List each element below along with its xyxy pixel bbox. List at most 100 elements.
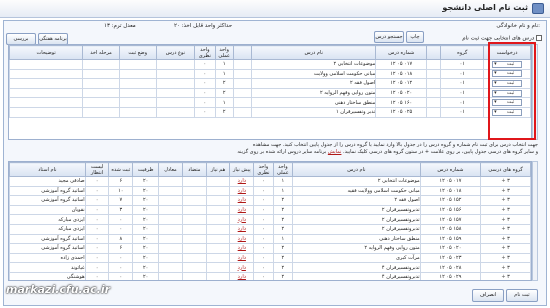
cell-pre: دارد	[229, 262, 255, 273]
cell-g: + ۳	[480, 262, 531, 273]
table-row[interactable]: ایزدی مبارکه ۰ ۰ ۲۰ دارد ۰ ۲ تدبروتفسیرقران ۲ ۱۲…	[9, 214, 531, 225]
table-row[interactable]: ایزدی مبارکه ۰ ۰ ۲۰ دارد ۰ ۲ تدبروتفسیرقران ۲ ۱۲…	[9, 223, 531, 235]
cell-pre: دارد	[229, 243, 255, 254]
col-name: نام درس	[292, 162, 421, 177]
cell-eq	[158, 195, 183, 206]
table-row[interactable]: هوشنگی ۰ ۰ ۲۰ دارد ۰ ۲ تدبروتفسیرقران ۴ ۱۲ ۰۵ ۰۲…	[9, 271, 531, 280]
window-icon	[532, 3, 544, 14]
cell-cap: ۲۰	[132, 243, 160, 254]
cell-reg: ۰	[108, 262, 134, 273]
col-conflict: متضاد	[181, 162, 207, 177]
table-row[interactable]: اساتید گروه آموزشی ۰ ۷ ۲۰ دارد ۰ ۲ اصول فقه ۲ ۱۲…	[9, 195, 531, 206]
table-row[interactable]: نقویان ۰ ۳ ۲۰ دارد ۰ ۲ تدبروتفسیرقران ۲ ۱۲ ۰۵ ۱۵…	[9, 204, 531, 216]
table-row[interactable]: ۰ ۲ تدبر وتفسیرقران ۱ ۱۲ ۰۵ ۰۲۵ ۰۱ ثبت	[9, 106, 531, 118]
cell-eq	[158, 204, 183, 216]
cell-u2: ۰	[253, 185, 274, 197]
prereq-link[interactable]: دارد	[238, 188, 246, 194]
cell-u: ۲	[272, 262, 294, 273]
table-row[interactable]: ۰ ۱ مبانی حکومت اسلامی وولایت ۱۲ ۰۵ ۰۱۸ ۰۱ ثب…	[9, 68, 531, 80]
cell-teacher: نقویان	[9, 204, 86, 216]
table-row[interactable]: احمدی زاده ۰ ۰ ۲۰ دارد ۰ ۲ مرآت کبری ۱۲ ۰۵ ۰۲۳ + …	[9, 252, 531, 264]
cell-eq	[158, 223, 183, 235]
cell-code: ۱۲ ۰۵ ۰۱۷	[419, 176, 482, 187]
search-course-button[interactable]: جستجو درس	[374, 31, 404, 43]
cell-code: ۱۲ ۰۵ ۱۵۲	[419, 195, 482, 206]
cell-cf	[181, 214, 207, 225]
checkbox[interactable]	[536, 35, 542, 41]
cell-eq	[158, 214, 183, 225]
col-code: شماره درس	[375, 45, 428, 60]
col-blank	[232, 45, 253, 60]
prereq-link[interactable]: دارد	[238, 226, 246, 232]
cell-name: مرآت کبری	[292, 252, 421, 264]
cell-code: ۱۲ ۰۵ ۱۵۸	[419, 223, 482, 235]
table-row[interactable]: اساتید گروه آموزشی ۰ ۸ ۲۰ دارد ۰ ۱ منطق ساختار …	[9, 233, 531, 245]
cell-co	[205, 252, 231, 264]
cell-cap: ۲۰	[132, 223, 160, 235]
print-button[interactable]: چاپ	[406, 31, 424, 43]
prereq-link[interactable]: دارد	[238, 197, 246, 203]
cell-u2: ۰	[253, 271, 274, 280]
cell-reg: ۶	[108, 243, 134, 254]
prereq-link[interactable]: دارد	[238, 255, 246, 261]
table-row[interactable]: ۰ ۲ متون روایی وفهم الروایه ۲ ۱۲ ۰۵ ۰۲۰ ۰۱ ثب…	[9, 87, 531, 99]
cell-cap: ۲۰	[132, 176, 160, 187]
prereq-link[interactable]: دارد	[238, 236, 246, 242]
col-capacity: ظرفیت	[132, 162, 160, 177]
cell-teacher: اساتید گروه آموزشی	[9, 195, 86, 206]
bottom-scrollbar[interactable]	[532, 161, 538, 281]
table-row[interactable]: ۰ ۱ منطق ساختار ذهنی ۱۲ ۰۵ ۱۶۰ ۰۱ ثبت	[9, 97, 531, 108]
col-unit-p: واحد عملی	[272, 162, 294, 177]
cell-eq	[158, 262, 183, 273]
cell-u: ۲	[272, 252, 294, 264]
cell-name: تدبروتفسیرقران ۲	[292, 204, 421, 216]
cell-u2: ۰	[253, 243, 274, 254]
cell-name: موضوعات انتخابی ۲	[292, 176, 421, 187]
cell-wait: ۰	[84, 185, 110, 197]
cell-cf	[181, 223, 207, 235]
cell-cf	[181, 243, 207, 254]
cell-eq	[158, 271, 183, 280]
cell-pre: دارد	[229, 252, 255, 264]
cell-code: ۱۲ ۰۵ ۱۵۶	[419, 204, 482, 216]
cell-cap: ۲۰	[132, 195, 160, 206]
prereq-link[interactable]: دارد	[238, 274, 246, 280]
prereq-link[interactable]: دارد	[238, 245, 246, 251]
prereq-link[interactable]: دارد	[238, 265, 246, 271]
cell-cf	[181, 185, 207, 197]
col-status: وضع ثبت	[118, 45, 157, 60]
cell-name: متون روایی وفهم الروایه ۲	[292, 243, 421, 254]
cancel-button[interactable]: انصراف	[472, 289, 504, 302]
cell-co	[205, 176, 231, 187]
student-name-label: نام و نام خانوادگی:	[496, 23, 540, 29]
col-type: نوع درس	[155, 45, 196, 60]
table-row[interactable]: غیاثوند ۰ ۰ ۲۰ دارد ۰ ۲ تدبروتفسیرقران ۴ ۱۲ ۰۵ ۰…	[9, 262, 531, 273]
table-row[interactable]: اساتید گروه آموزشی ۰ ۱۰ ۲۰ دارد ۰ ۱ مبانی حکومت…	[9, 185, 531, 197]
table-row[interactable]: ۰ ۲ اصول فقه ۲ ۱۲ ۰۵ ۰۱۲ ۰۱ ثبت	[9, 78, 531, 89]
prereq-link[interactable]: دارد	[238, 207, 246, 213]
cell-cap: ۲۰	[132, 204, 160, 216]
cell-co	[205, 204, 231, 216]
cell-code: ۱۲ ۰۵ ۱۵۷	[419, 214, 482, 225]
cell-g: + ۳	[480, 233, 531, 245]
show-link[interactable]: نمایش	[328, 149, 342, 155]
cell-teacher: اساتید گروه آموزشی	[9, 185, 86, 197]
cell-eq	[158, 252, 183, 264]
register-button[interactable]: ثبت نام	[506, 289, 538, 302]
cell-eq	[158, 176, 183, 187]
prereq-link[interactable]: دارد	[238, 217, 246, 223]
max-credits-text: حداکثر واحد قابل اخذ: ۲۰	[174, 23, 233, 29]
cell-co	[205, 271, 231, 280]
table-row[interactable]: صادقی مجید ۰ ۶ ۲۰ دارد ۰ ۱ موضوعات انتخابی ۲ ۱۲ …	[9, 176, 531, 187]
cell-wait: ۰	[84, 214, 110, 225]
cell-cf	[181, 204, 207, 216]
cell-pre: دارد	[229, 233, 255, 245]
prereq-link[interactable]: دارد	[238, 178, 246, 184]
cell-cf	[181, 195, 207, 206]
cell-code: ۱۲ ۰۵ ۰۲۸	[419, 262, 482, 273]
cell-eq	[158, 233, 183, 245]
table-row[interactable]: اساتید گروه آموزشی ۰ ۶ ۲۰ دارد ۰ ۲ متون روایی و…	[9, 243, 531, 254]
notice-text: جهت انتخاب درس برای ثبت نام شماره و گروه…	[237, 142, 538, 155]
cell-wait: ۰	[84, 195, 110, 206]
table-row[interactable]: ۰ ۱ موضوعات انتخابی ۲ ۱۲ ۰۵ ۰۱۷ ۰۱ ثبت	[9, 59, 531, 70]
